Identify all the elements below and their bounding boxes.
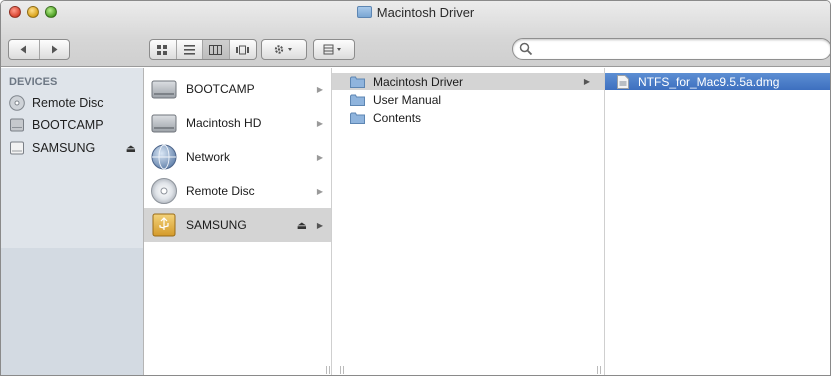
sidebar-item-label: BOOTCAMP	[32, 118, 104, 132]
list-item-label: Contents	[373, 110, 422, 125]
list-item-samsung[interactable]: SAMSUNG ⏏ ▶	[144, 208, 331, 242]
list-item-network[interactable]: Network ▶	[144, 140, 331, 174]
coverflow-view-icon	[236, 45, 250, 54]
disk-image-icon	[617, 74, 629, 89]
forward-arrow-icon	[51, 45, 58, 54]
search-field[interactable]	[512, 38, 830, 60]
toolbar: Macintosh Driver	[1, 1, 830, 67]
chevron-right-icon: ▶	[316, 152, 323, 162]
eject-icon[interactable]: ⏏	[297, 219, 307, 232]
column-view-icon	[209, 44, 223, 55]
sidebar-section-devices: DEVICES	[9, 76, 58, 88]
sidebar: DEVICES Remote Disc BOOTCAMP SAMSUNG ⏏	[1, 68, 144, 375]
arrange-grid-icon	[323, 44, 341, 55]
list-item-macintosh-driver[interactable]: Macintosh Driver ▶	[332, 73, 604, 90]
list-item-ntfs-dmg[interactable]: NTFS_for_Mac9.5.5a.dmg	[605, 73, 830, 90]
action-menu-button[interactable]	[261, 39, 307, 60]
sidebar-item-samsung[interactable]: SAMSUNG ⏏	[9, 138, 136, 158]
back-forward-control	[8, 39, 70, 60]
hard-drive-icon	[151, 114, 177, 133]
hard-drive-icon	[151, 80, 177, 99]
list-item-macintosh-hd[interactable]: Macintosh HD ▶	[144, 106, 331, 140]
window-title-text: Macintosh Driver	[376, 5, 475, 20]
disc-icon	[9, 95, 25, 111]
coverflow-view-button[interactable]	[230, 40, 256, 59]
view-switcher	[149, 39, 257, 60]
browser-column-2: Macintosh Driver ▶ User Manual Contents	[332, 68, 605, 375]
list-item-label: Remote Disc	[186, 184, 255, 198]
arrange-menu-button[interactable]	[313, 39, 355, 60]
chevron-right-icon: ▶	[316, 186, 323, 196]
folder-icon	[350, 76, 365, 88]
list-view-button[interactable]	[177, 40, 203, 59]
sidebar-item-remote-disc[interactable]: Remote Disc	[9, 93, 104, 113]
external-drive-icon	[10, 141, 24, 155]
finder-window: Macintosh Driver DEVICES Remote Disc BOO…	[0, 0, 831, 376]
list-item-remote-disc[interactable]: Remote Disc ▶	[144, 174, 331, 208]
folder-icon	[356, 6, 372, 18]
chevron-right-icon: ▶	[316, 84, 323, 94]
column-resize-handle[interactable]	[326, 366, 330, 374]
icon-view-icon	[157, 44, 168, 55]
browser-column-3: NTFS_for_Mac9.5.5a.dmg	[597, 68, 830, 375]
chevron-right-icon: ▶	[316, 220, 323, 230]
sidebar-item-label: Remote Disc	[32, 96, 104, 110]
action-menu-inner	[262, 40, 306, 59]
forward-button[interactable]	[40, 40, 70, 59]
eject-icon[interactable]: ⏏	[126, 142, 136, 155]
column-resize-handle[interactable]	[340, 366, 344, 374]
list-item-label: BOOTCAMP	[186, 82, 255, 96]
arrange-menu-inner	[314, 40, 354, 59]
sidebar-lower-area	[1, 248, 143, 375]
back-arrow-icon	[20, 45, 27, 54]
column-view-button[interactable]	[203, 40, 230, 59]
gear-icon	[274, 45, 292, 54]
search-icon	[519, 42, 533, 56]
back-button[interactable]	[9, 40, 40, 59]
list-view-icon	[183, 44, 195, 55]
folder-icon	[350, 94, 365, 106]
list-item-label: SAMSUNG	[186, 218, 247, 232]
folder-icon	[350, 112, 365, 124]
hard-drive-icon	[10, 118, 24, 132]
chevron-right-icon: ▶	[583, 77, 590, 86]
list-item-contents[interactable]: Contents	[332, 109, 604, 126]
network-globe-icon	[151, 144, 177, 170]
list-item-label: Macintosh Driver	[373, 74, 464, 89]
sidebar-item-label: SAMSUNG	[32, 141, 96, 155]
window-title: Macintosh Driver	[1, 5, 830, 20]
icon-view-button[interactable]	[150, 40, 177, 59]
list-item-user-manual[interactable]: User Manual	[332, 91, 604, 108]
list-item-label: Network	[186, 150, 231, 164]
disc-icon	[151, 178, 177, 204]
list-item-bootcamp[interactable]: BOOTCAMP ▶	[144, 72, 331, 106]
column-resize-handle[interactable]	[597, 366, 601, 374]
sidebar-item-bootcamp[interactable]: BOOTCAMP	[9, 115, 104, 135]
list-item-label: NTFS_for_Mac9.5.5a.dmg	[638, 74, 780, 89]
list-item-label: User Manual	[373, 92, 442, 107]
chevron-right-icon: ▶	[316, 118, 323, 128]
list-item-label: Macintosh HD	[186, 116, 262, 130]
usb-drive-icon	[152, 213, 176, 237]
browser-column-1: BOOTCAMP ▶ Macintosh HD ▶ Network ▶ Remo…	[144, 68, 332, 375]
